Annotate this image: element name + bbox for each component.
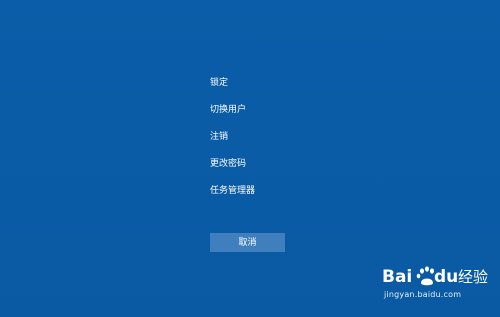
change-password-option[interactable]: 更改密码 <box>210 157 330 171</box>
sign-out-option[interactable]: 注销 <box>210 130 330 144</box>
svg-text:经验: 经验 <box>458 268 488 286</box>
task-manager-option[interactable]: 任务管理器 <box>210 184 330 198</box>
svg-text:Bai: Bai <box>382 267 412 287</box>
svg-text:du: du <box>434 267 458 287</box>
switch-user-option[interactable]: 切换用户 <box>210 103 330 117</box>
security-options-menu: 锁定 切换用户 注销 更改密码 任务管理器 <box>210 76 330 211</box>
baidu-jingyan-watermark: Bai du 经验 jingyan.baidu.com <box>380 262 495 302</box>
paw-icon <box>416 266 434 286</box>
lock-option[interactable]: 锁定 <box>210 76 330 90</box>
security-options-screen: 锁定 切换用户 注销 更改密码 任务管理器 取消 Bai du 经验 jingy… <box>0 0 500 317</box>
baidu-jingyan-logo: Bai du 经验 <box>382 266 488 287</box>
cancel-button[interactable]: 取消 <box>210 233 285 252</box>
watermark-url: jingyan.baidu.com <box>384 290 462 299</box>
